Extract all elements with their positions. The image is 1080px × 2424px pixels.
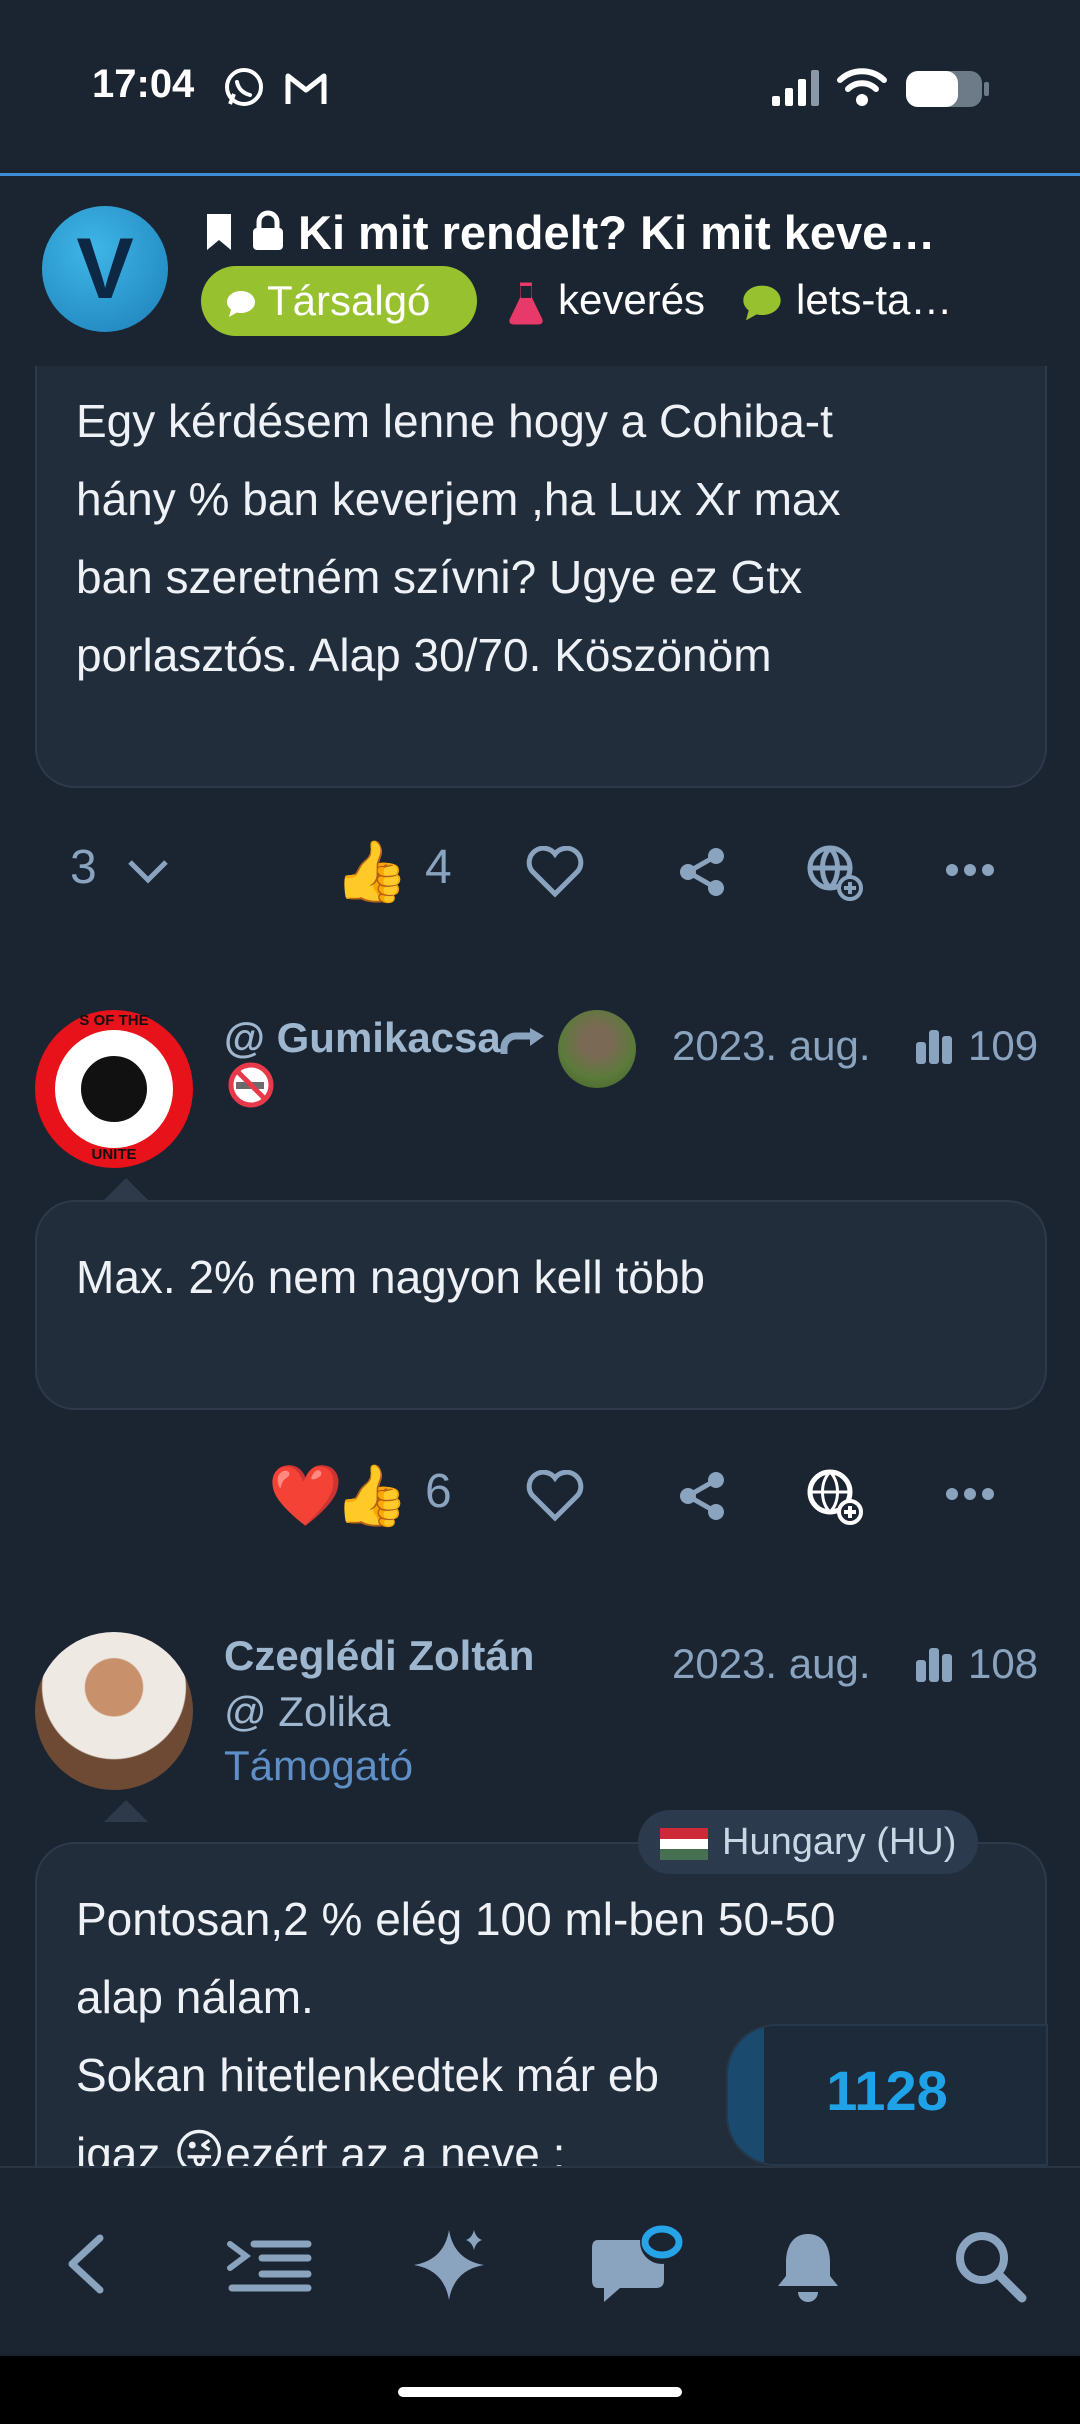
tag-keveres[interactable]: keverés: [506, 270, 705, 330]
more-icon[interactable]: [944, 1486, 996, 1502]
status-time: 17:04: [92, 62, 195, 106]
bottom-nav: [0, 2166, 1080, 2358]
topic-title[interactable]: Ki mit rendelt? Ki mit keve…: [298, 205, 958, 260]
bell-icon[interactable]: [772, 2228, 844, 2304]
translation-badge[interactable]: Hungary (HU): [638, 1810, 979, 1874]
views-count: 109: [968, 1022, 1039, 1069]
reply-to-icon: [500, 1028, 544, 1054]
bookmark-icon: [207, 214, 231, 250]
search-icon[interactable]: [952, 2228, 1028, 2304]
more-icon[interactable]: [944, 862, 996, 878]
sparkle-icon[interactable]: [410, 2226, 488, 2304]
post-body: Max. 2% nem nagyon kell több: [76, 1251, 706, 1303]
chat-bubble-icon: [743, 285, 781, 321]
translate-globe-icon[interactable]: [806, 1468, 864, 1526]
translation-label: Hungary (HU): [722, 1821, 957, 1863]
post-date[interactable]: 2023. aug.: [672, 1640, 871, 1688]
heart-icon[interactable]: [526, 846, 584, 898]
battery-icon: [906, 71, 989, 107]
gmail-icon: [285, 73, 327, 104]
topic-progress[interactable]: 1128: [726, 2024, 1048, 2166]
views-bar-icon: [916, 1030, 952, 1064]
reply-to-avatar[interactable]: [558, 1010, 636, 1088]
views-bar-icon: [916, 1648, 952, 1682]
post-counter: 1128: [826, 2059, 948, 2122]
views-count: 108: [968, 1640, 1039, 1687]
chat-bubble-icon: [227, 290, 255, 317]
category-chip[interactable]: Társalgó: [201, 266, 477, 336]
category-label: Társalgó: [267, 277, 431, 324]
author-username[interactable]: @ Zolika: [224, 1688, 390, 1736]
signal-icon: [772, 70, 819, 106]
lock-icon: [253, 210, 283, 250]
no-smoking-icon: [228, 1062, 274, 1108]
tag-label: keverés: [558, 276, 706, 323]
flask-icon: [509, 282, 543, 325]
likes-count[interactable]: 4: [425, 840, 452, 895]
avatar[interactable]: [35, 1632, 193, 1790]
site-logo[interactable]: V: [42, 206, 168, 332]
share-icon[interactable]: [676, 1470, 728, 1522]
translate-globe-icon[interactable]: [806, 844, 864, 902]
tag-lets-ta[interactable]: lets-ta…: [740, 270, 1080, 330]
author-name[interactable]: Czeglédi Zoltán: [224, 1632, 534, 1680]
thumbs-up-emoji: 👍: [334, 1462, 409, 1529]
author-username[interactable]: @ Gumikacsa: [224, 1014, 501, 1062]
heart-icon[interactable]: [526, 1470, 584, 1522]
wifi-icon: [837, 68, 887, 106]
share-icon[interactable]: [676, 846, 728, 898]
post-body: Egy kérdésem lenne hogy a Cohiba-t hány …: [76, 395, 841, 681]
bubble-pointer: [104, 1178, 148, 1200]
chat-icon[interactable]: [590, 2218, 700, 2308]
post-date[interactable]: 2023. aug.: [672, 1022, 871, 1070]
home-indicator[interactable]: [398, 2387, 682, 2397]
replies-count[interactable]: 3: [70, 840, 97, 895]
hungary-flag-icon: [660, 1827, 708, 1860]
tag-label: lets-ta…: [796, 276, 953, 323]
status-bar: 17:04: [0, 0, 1080, 175]
likes-count[interactable]: 6: [425, 1464, 452, 1519]
thumbs-up-emoji: 👍: [334, 838, 409, 905]
whatsapp-icon: [225, 68, 263, 106]
bubble-pointer: [104, 1800, 148, 1822]
author-role: Támogató: [224, 1742, 414, 1789]
chevron-down-icon[interactable]: [126, 858, 170, 886]
back-icon[interactable]: [64, 2234, 108, 2294]
avatar[interactable]: S OF THE UNITE: [35, 1010, 193, 1168]
topic-list-icon[interactable]: [226, 2236, 312, 2296]
heart-emoji: ❤️: [268, 1462, 343, 1529]
